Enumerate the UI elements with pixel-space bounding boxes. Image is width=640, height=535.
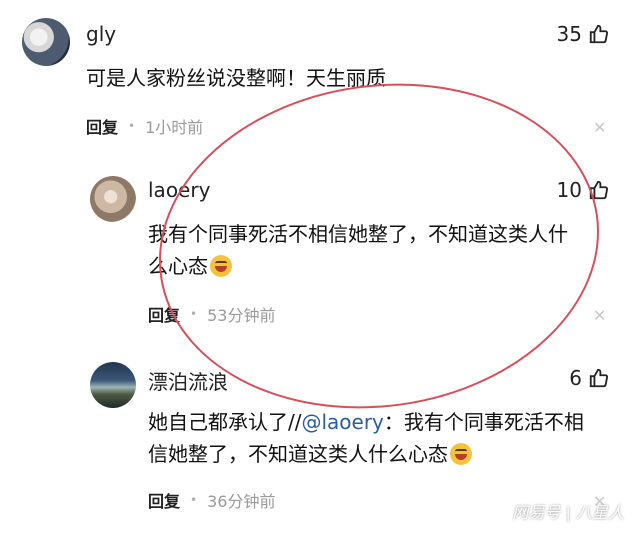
comment-username[interactable]: gly (86, 22, 116, 46)
comment-text-line: 么心态 (148, 250, 608, 282)
comment-text: 我有个同事死活不相信她整了，不知道这类人什 么心态 (148, 218, 608, 282)
comment-gly: gly 35 可是人家粉丝说没整啊！天生丽质 回复 • 1小时前 ✕ (0, 0, 640, 150)
comment-meta: 回复 • 36分钟前 (148, 488, 275, 512)
thumbs-up-icon (589, 180, 609, 200)
thumbs-up-icon (589, 24, 609, 44)
watermark: 网易号 | 八星人 (512, 503, 624, 522)
avatar[interactable] (90, 362, 136, 408)
comment-time: 36分钟前 (207, 492, 276, 511)
like-button[interactable]: 6 (569, 366, 610, 390)
avatar[interactable] (22, 18, 70, 66)
like-count: 6 (569, 366, 582, 390)
mention-link[interactable]: @laoery (301, 410, 383, 434)
comment-username[interactable]: laoery (148, 178, 210, 202)
like-button[interactable]: 35 (557, 22, 610, 46)
reply-button[interactable]: 回复 (148, 488, 180, 512)
close-icon[interactable]: ✕ (593, 306, 606, 325)
comment-text-part: 她自己都承认了// (148, 410, 302, 434)
comment-text-part: 信她整了，不知道这类人什么心态 (148, 442, 448, 466)
like-count: 10 (556, 178, 582, 202)
like-count: 35 (556, 22, 582, 46)
like-button[interactable]: 10 (557, 178, 610, 202)
comment-text: 可是人家粉丝说没整啊！天生丽质 (86, 66, 386, 90)
comment-text-part: 么心态 (148, 254, 208, 278)
comment-text: 她自己都承认了//@laoery：我有个同事死活不相 信她整了，不知道这类人什么… (148, 406, 618, 470)
comment-time: 1小时前 (145, 118, 204, 137)
separator-dot: • (190, 307, 198, 321)
reply-button[interactable]: 回复 (86, 114, 118, 138)
comment-text-line: 我有个同事死活不相信她整了，不知道这类人什 (148, 222, 568, 246)
laughing-emoji-icon (210, 255, 232, 277)
separator-dot: • (190, 493, 198, 507)
comment-text-line: 她自己都承认了//@laoery：我有个同事死活不相 (148, 406, 618, 438)
avatar[interactable] (90, 176, 136, 222)
close-icon[interactable]: ✕ (593, 118, 606, 137)
comment-time: 53分钟前 (207, 306, 276, 325)
comment-text-line: 信她整了，不知道这类人什么心态 (148, 438, 618, 470)
laughing-emoji-icon (450, 443, 472, 465)
reply-button[interactable]: 回复 (148, 302, 180, 326)
comment-meta: 回复 • 1小时前 (86, 114, 203, 138)
comment-username[interactable]: 漂泊流浪 (148, 366, 228, 395)
comment-text-part: ：我有个同事死活不相 (383, 410, 584, 434)
thumbs-up-icon (589, 368, 609, 388)
comment-meta: 回复 • 53分钟前 (148, 302, 275, 326)
separator-dot: • (128, 119, 136, 133)
